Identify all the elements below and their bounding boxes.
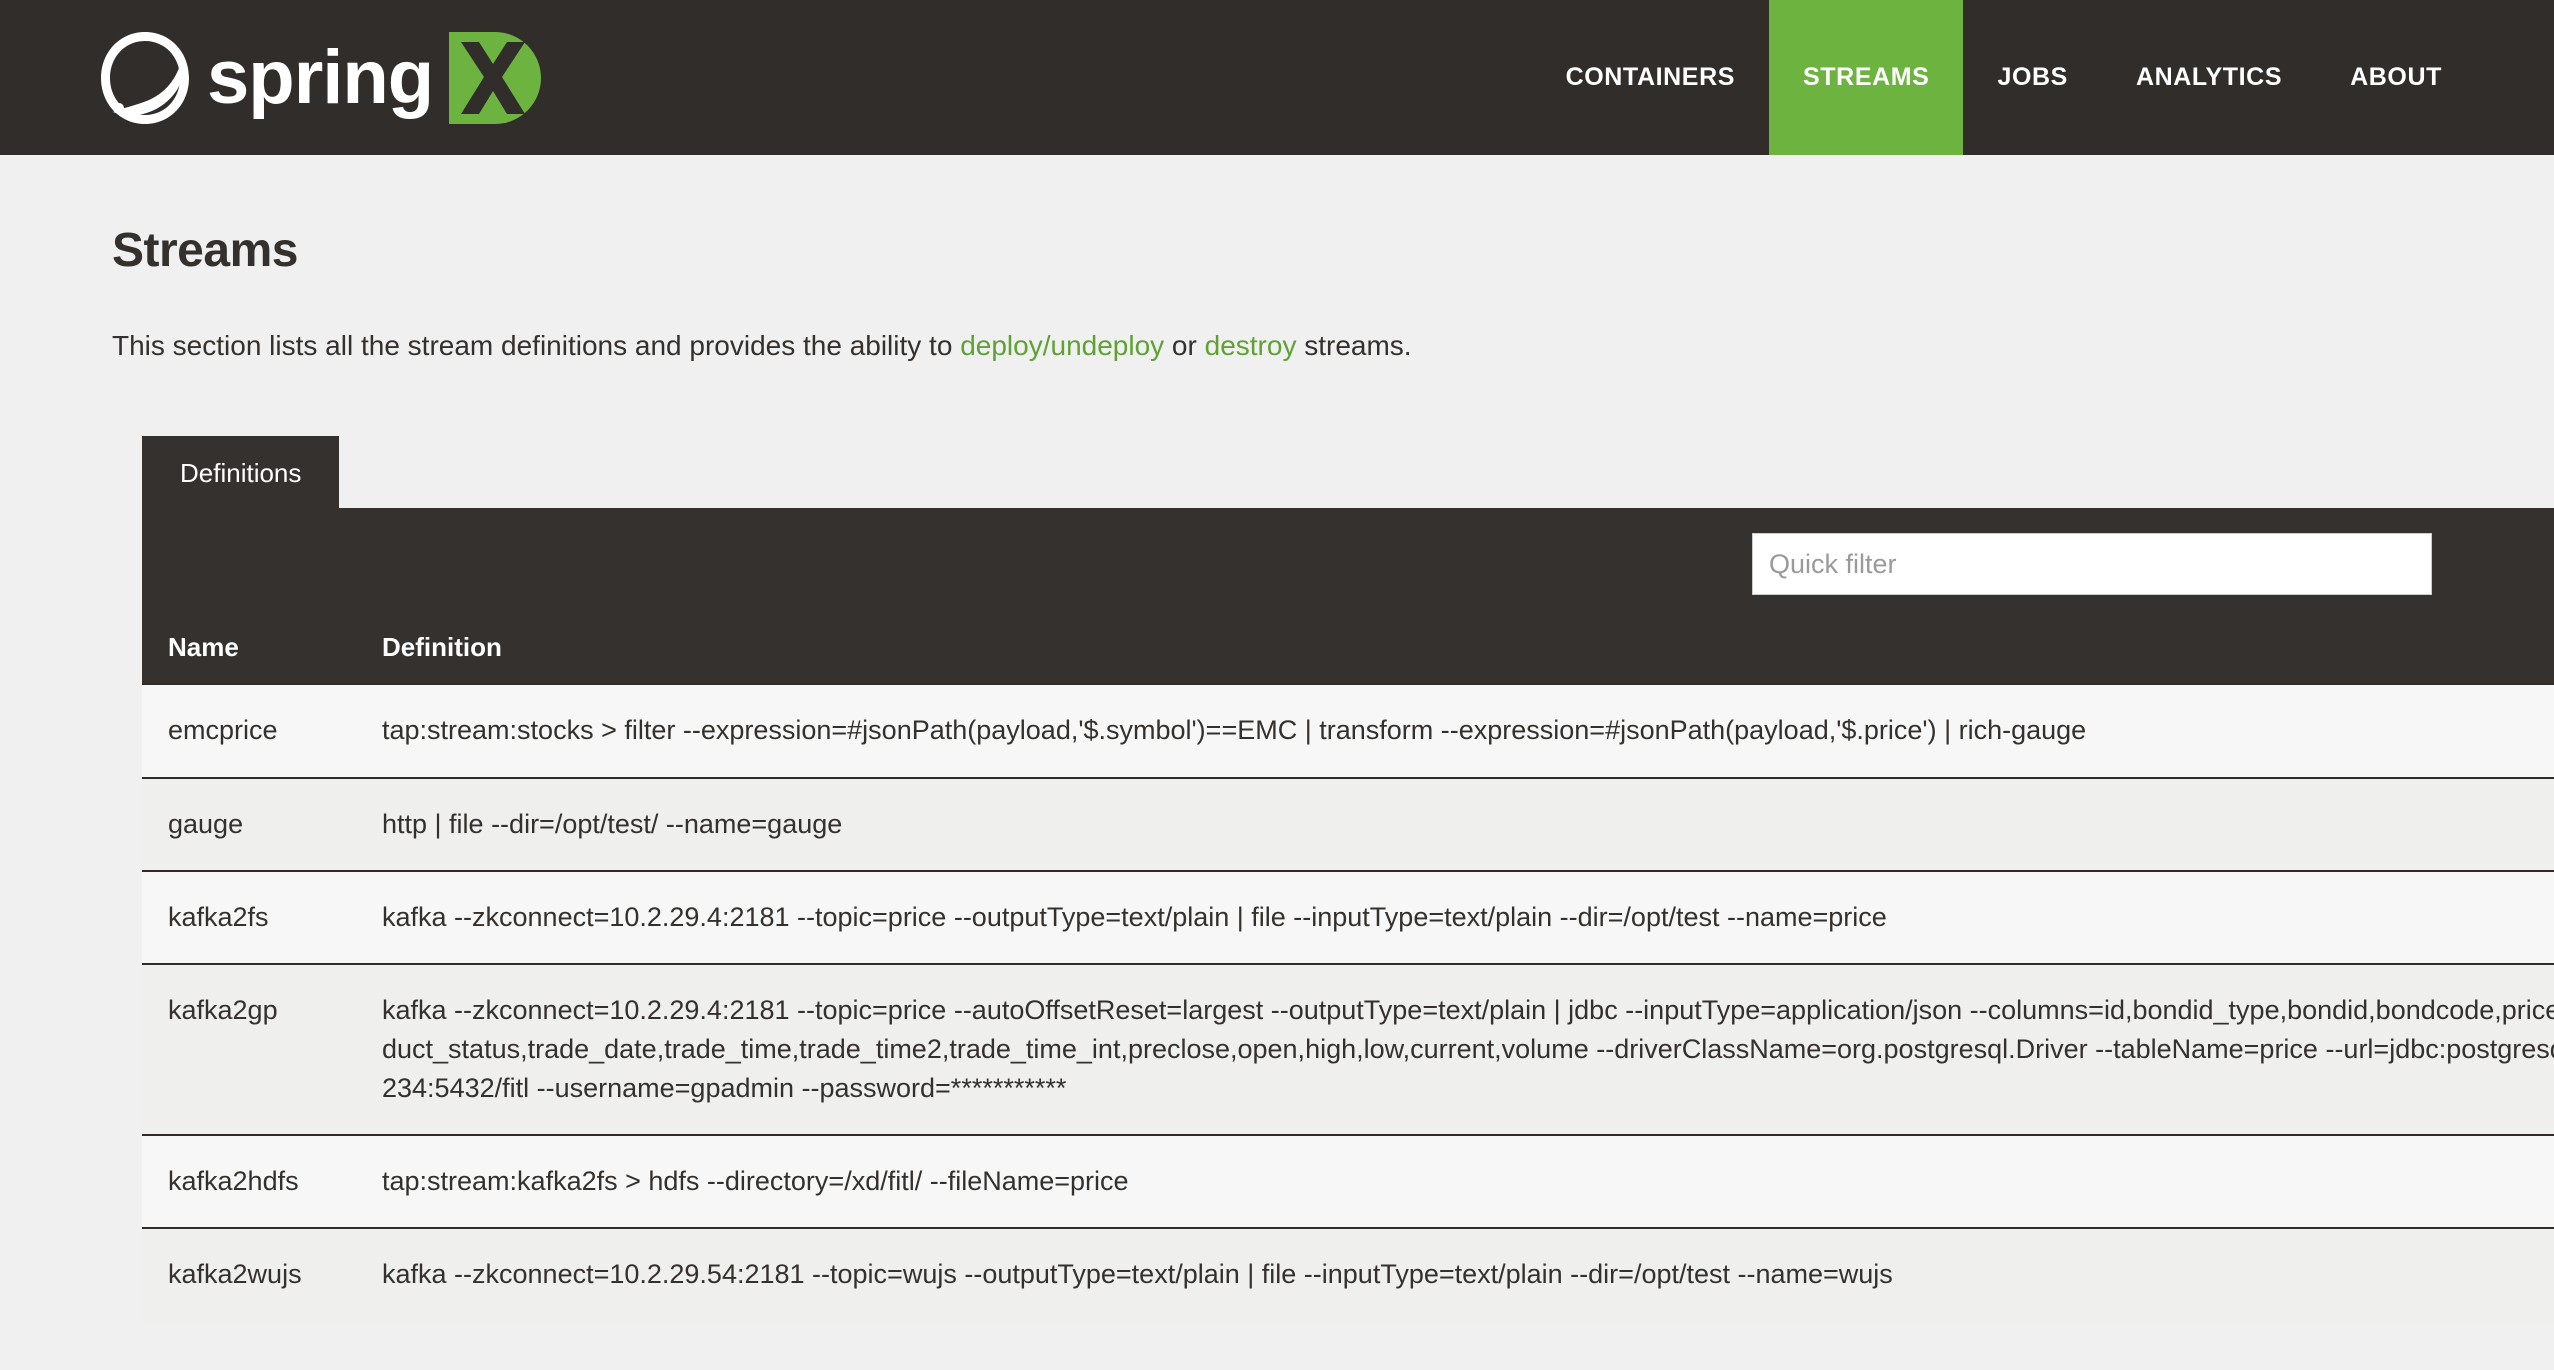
page-description: This section lists all the stream defini… — [112, 328, 2554, 364]
nav-item-about[interactable]: ABOUT — [2316, 0, 2476, 155]
column-header-definition[interactable]: Definition — [352, 610, 2554, 685]
cell-stream-definition: tap:stream:stocks > filter --expression=… — [352, 683, 2554, 778]
nav-item-analytics[interactable]: ANALYTICS — [2102, 0, 2316, 155]
brand-logo-link[interactable]: spring — [0, 0, 542, 155]
cell-stream-name: kafka2hdfs — [142, 1134, 352, 1229]
cell-stream-definition: kafka --zkconnect=10.2.29.54:2181 --topi… — [352, 1227, 2554, 1321]
table-row[interactable]: gauge http | file --dir=/opt/test/ --nam… — [142, 776, 2554, 871]
spring-leaf-icon — [95, 28, 195, 128]
panel-toolbar — [142, 508, 2554, 611]
xd-badge-icon — [449, 31, 542, 124]
table-row[interactable]: kafka2hdfs tap:stream:kafka2fs > hdfs --… — [142, 1134, 2554, 1229]
cell-stream-name: kafka2fs — [142, 869, 352, 964]
nav-item-containers[interactable]: CONTAINERS — [1532, 0, 1769, 155]
column-header-name[interactable]: Name — [142, 610, 352, 685]
table-row[interactable]: kafka2fs kafka --zkconnect=10.2.29.4:218… — [142, 869, 2554, 964]
table-header-row: Name Definition — [142, 610, 2554, 685]
deploy-undeploy-link[interactable]: deploy/undeploy — [960, 330, 1164, 361]
site-header: spring CONTAINERS STREAMS JOBS ANALYTICS… — [0, 0, 2554, 155]
table-row[interactable]: kafka2wujs kafka --zkconnect=10.2.29.54:… — [142, 1227, 2554, 1321]
tab-definitions[interactable]: Definitions — [142, 436, 340, 509]
main-navigation: CONTAINERS STREAMS JOBS ANALYTICS ABOUT — [1532, 0, 2554, 155]
cell-stream-definition: http | file --dir=/opt/test/ --name=gaug… — [352, 776, 2554, 871]
table-body: emcprice tap:stream:stocks > filter --ex… — [142, 683, 2554, 1321]
nav-item-jobs[interactable]: JOBS — [1963, 0, 2101, 155]
destroy-link[interactable]: destroy — [1205, 330, 1297, 361]
table-row[interactable]: kafka2gp kafka --zkconnect=10.2.29.4:218… — [142, 962, 2554, 1136]
cell-stream-definition: tap:stream:kafka2fs > hdfs --directory=/… — [352, 1134, 2554, 1229]
cell-stream-name: gauge — [142, 776, 352, 871]
cell-stream-definition: kafka --zkconnect=10.2.29.4:2181 --topic… — [352, 962, 2554, 1136]
table-head: Name Definition — [142, 610, 2554, 685]
page-description-text-3: streams. — [1296, 330, 1412, 361]
nav-item-streams[interactable]: STREAMS — [1769, 0, 1964, 155]
quick-filter-input[interactable] — [1752, 533, 2432, 596]
definitions-panel: Definitions Name Definition emcprice tap… — [142, 430, 2554, 1321]
cell-stream-name: emcprice — [142, 683, 352, 778]
streams-table: Name Definition emcprice tap:stream:stoc… — [142, 610, 2554, 1321]
cell-stream-name: kafka2gp — [142, 962, 352, 1136]
table-row[interactable]: emcprice tap:stream:stocks > filter --ex… — [142, 683, 2554, 778]
nav-right-spacer — [2476, 0, 2554, 155]
page-description-text-2: or — [1164, 330, 1205, 361]
cell-stream-definition: kafka --zkconnect=10.2.29.4:2181 --topic… — [352, 869, 2554, 964]
panel-tabs: Definitions — [142, 430, 2554, 509]
page-content: Streams This section lists all the strea… — [0, 223, 2554, 1321]
page-title: Streams — [112, 224, 298, 277]
page-description-text-1: This section lists all the stream defini… — [112, 330, 961, 361]
table-clipper: Name Definition emcprice tap:stream:stoc… — [142, 610, 2554, 1321]
brand-logo: spring — [95, 28, 542, 128]
cell-stream-name: kafka2wujs — [142, 1227, 352, 1321]
brand-wordmark: spring — [207, 34, 434, 120]
